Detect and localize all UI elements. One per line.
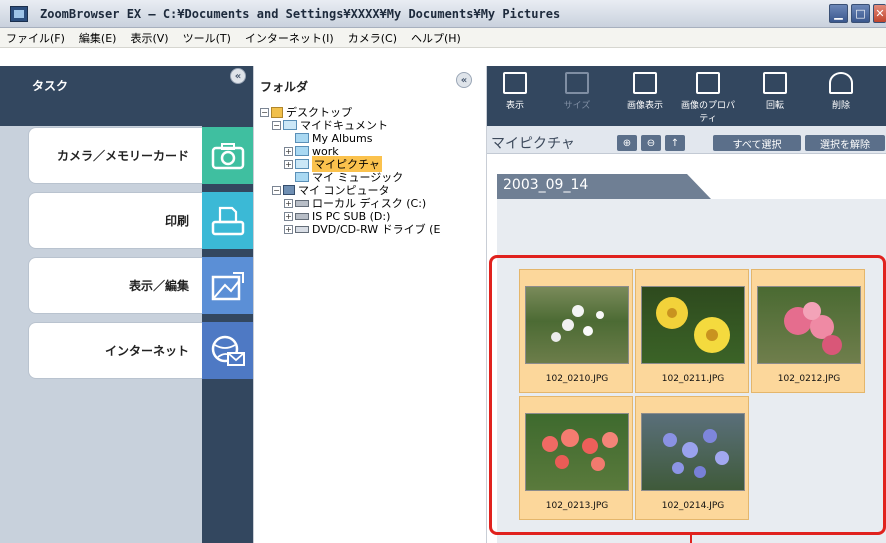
- task-panel-title: タスク: [32, 79, 69, 93]
- zoom-out-icon[interactable]: ⊖: [641, 135, 661, 151]
- zoom-in-icon[interactable]: ⊕: [617, 135, 637, 151]
- task-view-edit[interactable]: 表示／編集: [28, 257, 203, 314]
- up-folder-icon[interactable]: ↑: [665, 135, 685, 151]
- window-title: ZoomBrowser EX – C:¥Documents and Settin…: [40, 6, 561, 21]
- menu-internet[interactable]: インターネット(I): [245, 30, 334, 46]
- dvd-drive-icon: [295, 225, 309, 233]
- tree-item-local-disk[interactable]: + ローカル ディスク (C:): [284, 196, 426, 210]
- tree-item-my-documents[interactable]: − マイドキュメント: [272, 118, 388, 132]
- menu-edit[interactable]: 編集(E): [79, 30, 117, 46]
- thumbnail-area: 2003_09_14 102_0210.JPG 102_0211.JPG 102…: [487, 155, 886, 543]
- folder-icon: [295, 146, 309, 156]
- expander-icon[interactable]: +: [284, 159, 293, 169]
- folder-icon: [295, 133, 309, 143]
- folder-panel-title: フォルダ: [260, 80, 309, 94]
- image-view-button[interactable]: 画像表示: [619, 72, 671, 111]
- image-properties-button[interactable]: 画像のプロパティ: [679, 72, 737, 124]
- collapse-folder-panel-icon[interactable]: «: [456, 72, 472, 88]
- delete-icon: [829, 72, 853, 94]
- view-mode-button[interactable]: 表示: [489, 72, 541, 111]
- toolbar-label: サイズ: [563, 101, 591, 111]
- folder-open-icon: [295, 159, 309, 169]
- expander-icon[interactable]: −: [260, 107, 269, 117]
- task-print-label: 印刷: [164, 214, 189, 228]
- menu-file[interactable]: ファイル(F): [6, 30, 65, 46]
- task-camera-label: カメラ／メモリーカード: [56, 149, 189, 163]
- task-internet-label: インターネット: [104, 344, 189, 358]
- task-view-edit-label: 表示／編集: [128, 279, 189, 293]
- tree-item-label: My Albums: [312, 131, 373, 145]
- folder-panel-header: フォルダ «: [254, 66, 481, 94]
- computer-icon: [283, 185, 295, 195]
- task-panel-header: タスク «: [0, 66, 253, 110]
- toolbar-label: 画像のプロパティ: [680, 101, 735, 124]
- window-controls: ▁ □ ✕: [829, 4, 886, 23]
- delete-button[interactable]: 削除: [815, 72, 867, 111]
- size-icon: [565, 72, 589, 94]
- expander-icon[interactable]: +: [284, 211, 293, 221]
- minimize-button[interactable]: ▁: [829, 4, 848, 23]
- highlight-box: [489, 255, 886, 535]
- expander-icon[interactable]: −: [272, 120, 281, 130]
- camera-icon[interactable]: [202, 127, 253, 184]
- toolbar-label: 表示: [505, 101, 524, 111]
- title-bar: ZoomBrowser EX – C:¥Documents and Settin…: [0, 0, 886, 28]
- task-print[interactable]: 印刷: [28, 192, 203, 249]
- collapse-task-panel-icon[interactable]: «: [230, 68, 246, 84]
- image-view-icon: [633, 72, 657, 94]
- toolbar-label: 削除: [831, 101, 850, 111]
- desktop-icon: [271, 106, 283, 118]
- menu-help[interactable]: ヘルプ(H): [411, 30, 461, 46]
- task-panel: タスク « カメラ／メモリーカード 印刷 表示／編集 インターネット: [0, 66, 253, 543]
- menu-bar: ファイル(F) 編集(E) 表示(V) ツール(T) インターネット(I) カメ…: [0, 28, 886, 48]
- menu-view[interactable]: 表示(V): [130, 30, 168, 46]
- globe-mail-icon[interactable]: [202, 322, 253, 379]
- app-icon[interactable]: [10, 5, 28, 22]
- expander-icon[interactable]: +: [284, 146, 293, 156]
- tree-item-dvd-drive[interactable]: + DVD/CD-RW ドライブ (E: [284, 222, 440, 236]
- toolbar-label: 回転: [765, 101, 784, 111]
- current-folder-path: マイピクチャ: [491, 136, 575, 152]
- expander-icon[interactable]: +: [284, 224, 293, 234]
- menu-tools[interactable]: ツール(T): [183, 30, 231, 46]
- menu-camera[interactable]: カメラ(C): [348, 30, 397, 46]
- size-button[interactable]: サイズ: [551, 72, 603, 111]
- expander-icon[interactable]: +: [284, 198, 293, 208]
- folder-panel: フォルダ « − デスクトップ − マイドキュメント My Albums + w…: [253, 66, 481, 543]
- task-internet[interactable]: インターネット: [28, 322, 203, 379]
- tree-item-label: DVD/CD-RW ドライブ (E: [312, 223, 441, 236]
- folder-icon: [295, 172, 309, 182]
- viewer-toolbar: 表示 サイズ 画像表示 画像のプロパティ 回転 削除: [487, 66, 886, 126]
- view-mode-icon: [503, 72, 527, 94]
- maximize-button[interactable]: □: [851, 4, 870, 23]
- date-group-tab[interactable]: 2003_09_14: [497, 174, 711, 199]
- select-all-button[interactable]: すべて選択: [713, 135, 801, 151]
- rotate-button[interactable]: 回転: [749, 72, 801, 111]
- deselect-button[interactable]: 選択を解除: [805, 135, 885, 151]
- image-properties-icon: [696, 72, 720, 94]
- printer-icon[interactable]: [202, 192, 253, 249]
- highlight-pointer-line: [690, 535, 692, 543]
- drive-icon: [295, 199, 309, 207]
- edit-icon[interactable]: [202, 257, 253, 314]
- task-camera-memory-card[interactable]: カメラ／メモリーカード: [28, 127, 203, 184]
- rotate-icon: [763, 72, 787, 94]
- drive-icon: [295, 212, 309, 220]
- path-bar: マイピクチャ ⊕ ⊖ ↑ すべて選択 選択を解除: [487, 126, 886, 154]
- expander-icon[interactable]: −: [272, 185, 281, 195]
- viewer-panel: 表示 サイズ 画像表示 画像のプロパティ 回転 削除 マイピクチャ ⊕ ⊖ ↑ …: [486, 66, 886, 543]
- tree-item-my-albums[interactable]: My Albums: [295, 131, 372, 145]
- folder-open-icon: [283, 120, 297, 130]
- close-button[interactable]: ✕: [873, 4, 886, 23]
- toolbar-label: 画像表示: [626, 101, 663, 111]
